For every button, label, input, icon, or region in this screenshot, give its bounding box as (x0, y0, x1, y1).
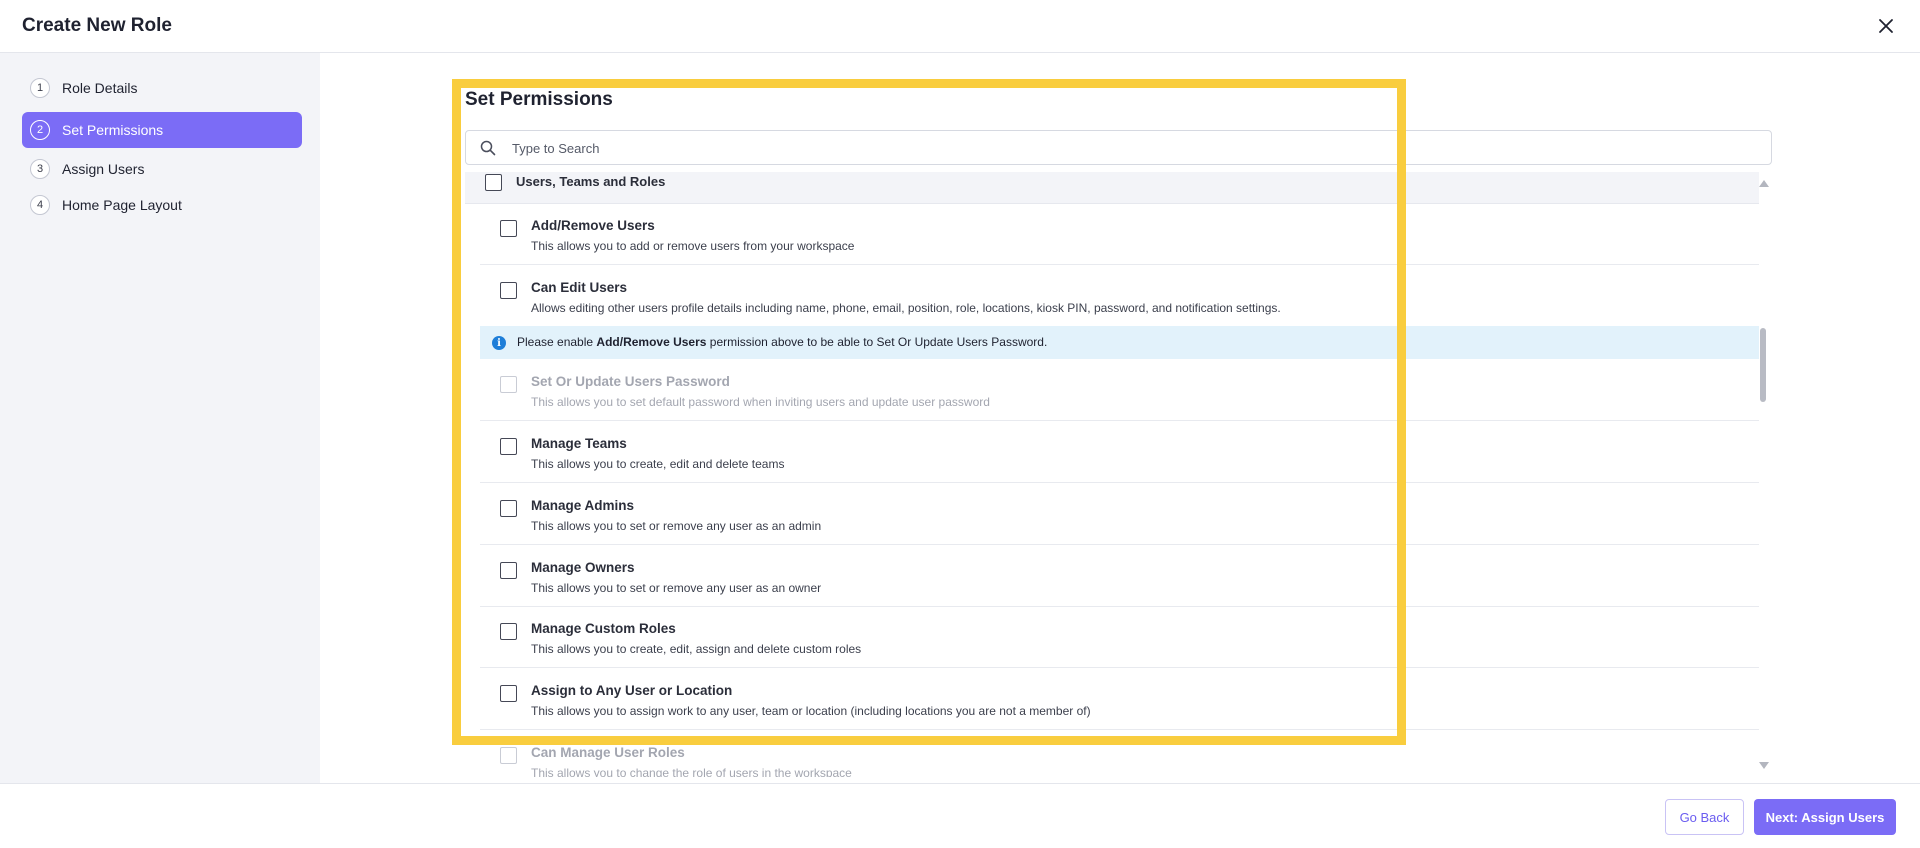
search-input[interactable] (512, 136, 1752, 160)
permission-description: This allows you to change the role of us… (531, 766, 852, 777)
group-label: Users, Teams and Roles (516, 174, 666, 189)
permission-description: This allows you to create, edit, assign … (531, 642, 862, 656)
permission-title: Can Manage User Roles (531, 745, 685, 760)
permission-title: Manage Custom Roles (531, 621, 676, 636)
permission-description: This allows you to set or remove any use… (531, 519, 822, 533)
permissions-list: Users, Teams and Roles Add/Remove Users … (465, 172, 1765, 777)
step-home-page-layout[interactable]: 4 Home Page Layout (22, 187, 302, 223)
permission-description: This allows you to add or remove users f… (531, 239, 855, 253)
permission-description: This allows you to set or remove any use… (531, 581, 822, 595)
permission-title: Assign to Any User or Location (531, 683, 733, 698)
permission-title: Can Edit Users (531, 280, 628, 295)
step-label: Role Details (62, 80, 138, 96)
permission-set-update-password: Set Or Update Users Password This allows… (480, 359, 1759, 421)
permission-checkbox[interactable] (500, 438, 517, 455)
modal-header: Create New Role (0, 0, 1920, 53)
modal-title: Create New Role (22, 15, 172, 36)
permission-title: Manage Admins (531, 498, 635, 513)
permission-description: This allows you to assign work to any us… (531, 704, 1091, 718)
permission-checkbox[interactable] (500, 500, 517, 517)
permission-title: Manage Owners (531, 560, 635, 575)
step-number: 1 (30, 78, 50, 98)
permission-checkbox[interactable] (500, 623, 517, 640)
scroll-up-arrow-icon[interactable] (1759, 180, 1769, 187)
permission-manage-owners: Manage Owners This allows you to set or … (480, 545, 1759, 607)
step-label: Set Permissions (62, 122, 164, 138)
step-number: 4 (30, 195, 50, 215)
step-set-permissions[interactable]: 2 Set Permissions (22, 112, 302, 148)
permission-group-users-teams-roles: Users, Teams and Roles (465, 172, 1759, 204)
permission-manage-admins: Manage Admins This allows you to set or … (480, 483, 1759, 545)
permission-add-remove-users: Add/Remove Users This allows you to add … (480, 203, 1759, 265)
scroll-thumb[interactable] (1760, 328, 1766, 402)
permission-checkbox[interactable] (500, 685, 517, 702)
close-icon[interactable] (1874, 14, 1898, 38)
group-checkbox[interactable] (485, 174, 502, 191)
step-assign-users[interactable]: 3 Assign Users (22, 151, 302, 187)
permission-title: Manage Teams (531, 436, 627, 451)
go-back-button[interactable]: Go Back (1665, 799, 1744, 835)
step-number: 2 (30, 120, 50, 140)
modal-footer: Go Back Next: Assign Users (0, 783, 1920, 848)
page-title: Set Permissions (465, 89, 613, 110)
search-icon (480, 140, 496, 156)
info-icon: i (492, 336, 506, 350)
permission-manage-custom-roles: Manage Custom Roles This allows you to c… (480, 606, 1759, 668)
permission-description: Allows editing other users profile detai… (531, 301, 1281, 315)
info-banner: i Please enable Add/Remove Users permiss… (480, 326, 1759, 359)
step-label: Assign Users (62, 161, 145, 177)
permission-can-edit-users: Can Edit Users Allows editing other user… (480, 265, 1759, 327)
step-number: 3 (30, 159, 50, 179)
permission-title: Add/Remove Users (531, 218, 655, 233)
permission-assign-any-user-location: Assign to Any User or Location This allo… (480, 668, 1759, 730)
next-assign-users-button[interactable]: Next: Assign Users (1754, 799, 1896, 835)
info-text: Please enable Add/Remove Users permissio… (517, 335, 1048, 349)
permission-description: This allows you to set default password … (531, 395, 990, 409)
scroll-down-arrow-icon[interactable] (1759, 762, 1769, 769)
permission-can-manage-user-roles: Can Manage User Roles This allows you to… (480, 730, 1759, 777)
search-box[interactable] (465, 130, 1772, 165)
permission-checkbox (500, 376, 517, 393)
step-role-details[interactable]: 1 Role Details (22, 70, 302, 106)
permission-checkbox[interactable] (500, 562, 517, 579)
list-scrollbar[interactable] (1756, 172, 1770, 777)
permission-checkbox (500, 747, 517, 764)
permission-checkbox[interactable] (500, 220, 517, 237)
permission-checkbox[interactable] (500, 282, 517, 299)
permission-title: Set Or Update Users Password (531, 374, 730, 389)
permission-manage-teams: Manage Teams This allows you to create, … (480, 421, 1759, 483)
permission-description: This allows you to create, edit and dele… (531, 457, 785, 471)
steps-sidebar: 1 Role Details 2 Set Permissions 3 Assig… (0, 53, 320, 783)
step-label: Home Page Layout (62, 197, 182, 213)
